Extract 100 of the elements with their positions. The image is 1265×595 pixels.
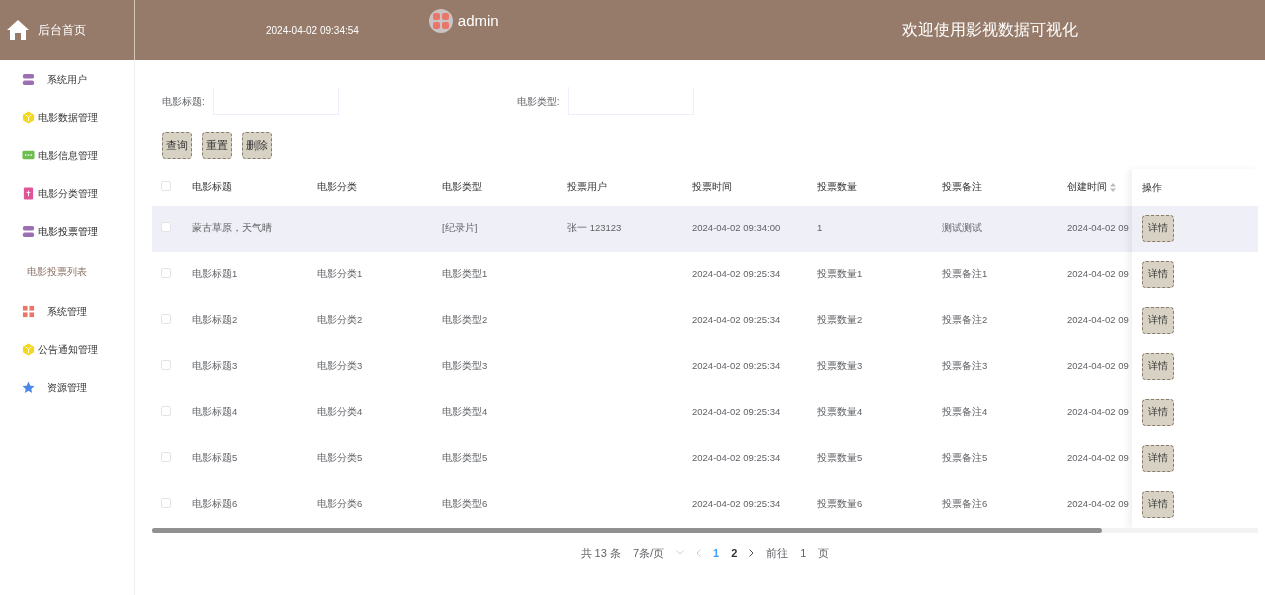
- avatar-icon[interactable]: [428, 9, 453, 33]
- table-cell: 2024-04-02 09:25:34: [692, 314, 781, 326]
- total-count: 共 13 条: [580, 545, 621, 561]
- table-cell: 张一 123123: [567, 222, 622, 234]
- table-cell: 投票备注3: [942, 360, 988, 372]
- sort-icon[interactable]: [1109, 182, 1116, 192]
- column-header: 投票备注: [942, 179, 983, 194]
- detail-button[interactable]: 详情: [1142, 399, 1174, 426]
- sidebar-item[interactable]: 电影数据管理: [0, 98, 134, 136]
- table-cell: 电影类型6: [442, 498, 488, 510]
- table-cell: 2024-04-02 09: [1067, 452, 1129, 464]
- table-cell: [纪录片]: [442, 222, 478, 234]
- table-cell: 电影标题5: [192, 452, 238, 464]
- sidebar-item[interactable]: 资源管理: [0, 368, 134, 406]
- action-button[interactable]: 删除: [242, 132, 272, 159]
- table-row[interactable]: 电影标题2 电影分类2 电影类型2 2024-04-02 09:25:34 投票数量2 投票备注2 2024-04-02 09: [152, 297, 1132, 344]
- row-checkbox[interactable]: [161, 314, 171, 324]
- table-cell: 2024-04-02 09: [1067, 406, 1129, 418]
- column-header: 投票用户: [567, 179, 608, 194]
- table-cell: 2024-04-02 09: [1067, 222, 1129, 234]
- table-cell: 电影标题6: [192, 498, 238, 510]
- action-button[interactable]: 查询: [162, 132, 192, 159]
- table-cell: 2024-04-02 09:34:00: [692, 222, 781, 234]
- row-checkbox[interactable]: [161, 452, 171, 462]
- table-cell: 2024-04-02 09: [1067, 360, 1129, 372]
- document-icon: [22, 186, 35, 200]
- row-checkbox[interactable]: [161, 498, 171, 508]
- dropdown-caret-icon[interactable]: [676, 550, 685, 556]
- table-row[interactable]: 电影标题4 电影分类4 电影类型4 2024-04-02 09:25:34 投票数量4 投票备注4 2024-04-02 09: [152, 389, 1132, 436]
- column-header: 操作: [1142, 180, 1162, 195]
- table-cell: 电影分类2: [317, 314, 363, 326]
- table-row[interactable]: 电影标题3 电影分类3 电影类型3 2024-04-02 09:25:34 投票数量3 投票备注3 2024-04-02 09: [152, 343, 1132, 390]
- table-cell: 投票备注6: [942, 498, 988, 510]
- datetime-text: 2024-04-02 09:34:54: [266, 23, 359, 38]
- stack-icon: [22, 72, 35, 86]
- table-cell: 电影标题4: [192, 406, 238, 418]
- goto-page-field[interactable]: 1: [800, 544, 807, 561]
- header-checkbox[interactable]: [161, 180, 171, 191]
- table-cell: 投票数量3: [817, 360, 863, 372]
- table-cell: 投票备注5: [942, 452, 988, 464]
- table-cell: 投票数量5: [817, 452, 863, 464]
- table-cell: 投票数量1: [817, 268, 863, 280]
- column-header: 投票时间: [692, 179, 733, 194]
- detail-button[interactable]: 详情: [1142, 261, 1174, 288]
- table-cell: 电影分类6: [317, 498, 363, 510]
- column-header: 投票数量: [817, 179, 858, 194]
- row-checkbox[interactable]: [161, 222, 171, 232]
- previous-page-icon[interactable]: [696, 548, 702, 557]
- row-checkbox[interactable]: [161, 406, 171, 416]
- home-link[interactable]: 后台首页: [38, 21, 86, 39]
- page-size-select[interactable]: 7条/页: [632, 544, 665, 561]
- sidebar-item[interactable]: 电影分类管理: [0, 174, 134, 212]
- column-header[interactable]: 创建时间: [1067, 180, 1107, 192]
- table-cell: 电影分类3: [317, 360, 363, 372]
- chat-icon: [22, 148, 35, 162]
- table-cell: 投票备注1: [942, 268, 988, 280]
- table-cell: 测试测试: [942, 222, 982, 234]
- table-row[interactable]: 电影标题5 电影分类5 电影类型5 2024-04-02 09:25:34 投票数量5 投票备注5 2024-04-02 09: [152, 435, 1132, 482]
- sidebar-item[interactable]: 系统用户: [0, 60, 134, 98]
- row-checkbox[interactable]: [161, 268, 171, 278]
- sidebar-item[interactable]: 电影信息管理: [0, 136, 134, 174]
- page-number[interactable]: 2: [731, 544, 738, 561]
- stack-icon: [22, 224, 35, 238]
- table-cell: 电影分类4: [317, 406, 363, 418]
- sidebar-item[interactable]: 电影投票管理: [0, 212, 134, 250]
- detail-button[interactable]: 详情: [1142, 307, 1174, 334]
- table-cell: 投票数量2: [817, 314, 863, 326]
- detail-button[interactable]: 详情: [1142, 353, 1174, 380]
- username[interactable]: admin: [457, 9, 499, 33]
- table-cell: 投票数量6: [817, 498, 863, 510]
- table-row[interactable]: 电影标题6 电影分类6 电影类型6 2024-04-02 09:25:34 投票数量6 投票备注6 2024-04-02 09: [152, 481, 1132, 528]
- row-checkbox[interactable]: [161, 360, 171, 370]
- next-page-icon[interactable]: [749, 548, 755, 557]
- page-suffix: 页: [818, 545, 830, 561]
- detail-button[interactable]: 详情: [1142, 445, 1174, 472]
- table-cell: 电影类型5: [442, 452, 488, 464]
- field-label: 电影标题:: [162, 94, 205, 109]
- table-cell: 2024-04-02 09: [1067, 498, 1129, 510]
- table-cell: 2024-04-02 09:25:34: [692, 498, 781, 510]
- table-cell: 电影类型3: [442, 360, 488, 372]
- detail-button[interactable]: 详情: [1142, 491, 1174, 518]
- goto-label: 前往: [766, 545, 789, 561]
- table-row[interactable]: 电影标题1 电影分类1 电影类型1 2024-04-02 09:25:34 投票数量1 投票备注1 2024-04-02 09: [152, 251, 1132, 298]
- action-button[interactable]: 重置: [202, 132, 232, 159]
- table-cell: 2024-04-02 09:25:34: [692, 360, 781, 372]
- table-cell: 电影类型1: [442, 268, 488, 280]
- home-icon[interactable]: [6, 19, 30, 41]
- table-cell: 电影分类1: [317, 268, 363, 280]
- table-row[interactable]: 蒙古草原，天气晴 [纪录片] 张一 123123 2024-04-02 09:34:00 1 测试测试 2024-04-02 09: [152, 205, 1132, 252]
- detail-button[interactable]: 详情: [1142, 215, 1174, 242]
- cube-icon: [22, 110, 35, 124]
- sidebar-item[interactable]: 系统管理: [0, 292, 134, 330]
- table-cell: 投票数量4: [817, 406, 863, 418]
- table-cell: 电影类型4: [442, 406, 488, 418]
- table-cell: 投票备注2: [942, 314, 988, 326]
- table-cell: 电影标题3: [192, 360, 238, 372]
- star-icon: [22, 380, 35, 394]
- table-cell: 蒙古草原，天气晴: [192, 222, 272, 234]
- sidebar-subitem[interactable]: 电影投票列表: [0, 250, 134, 292]
- sidebar-item[interactable]: 公告通知管理: [0, 330, 134, 368]
